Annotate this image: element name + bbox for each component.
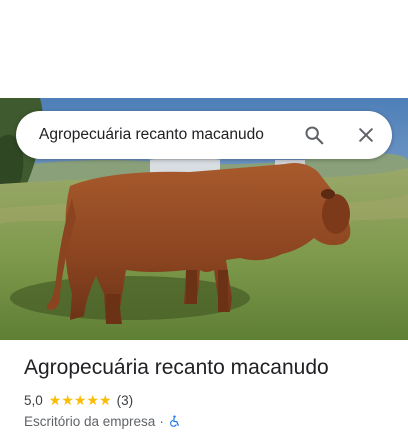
review-count[interactable]: (3) — [117, 393, 134, 408]
rating-value: 5,0 — [24, 392, 43, 408]
rating-row[interactable]: 5,0 ★ ★ ★ ★ ★ (3) — [24, 391, 133, 409]
maps-place-panel: Agropecuária recanto macanudo Agropecuár… — [0, 0, 408, 438]
search-input[interactable]: Agropecuária recanto macanudo — [39, 126, 294, 144]
close-button[interactable] — [346, 115, 386, 155]
rating-stars: ★ ★ ★ ★ ★ — [49, 393, 112, 407]
search-icon — [305, 126, 324, 145]
place-title: Agropecuária recanto macanudo — [24, 356, 329, 379]
star-icon: ★ — [99, 392, 112, 408]
separator-dot: · — [159, 413, 164, 429]
search-button[interactable] — [294, 115, 334, 155]
wheelchair-accessible-icon — [168, 414, 181, 428]
star-icon: ★ — [73, 392, 87, 408]
close-icon — [359, 128, 373, 142]
star-icon: ★ — [61, 392, 74, 408]
place-category[interactable]: Escritório da empresa — [24, 414, 155, 429]
search-box[interactable]: Agropecuária recanto macanudo — [16, 111, 392, 159]
star-icon: ★ — [48, 392, 62, 408]
category-row: Escritório da empresa · — [24, 412, 181, 430]
star-icon: ★ — [86, 392, 100, 408]
